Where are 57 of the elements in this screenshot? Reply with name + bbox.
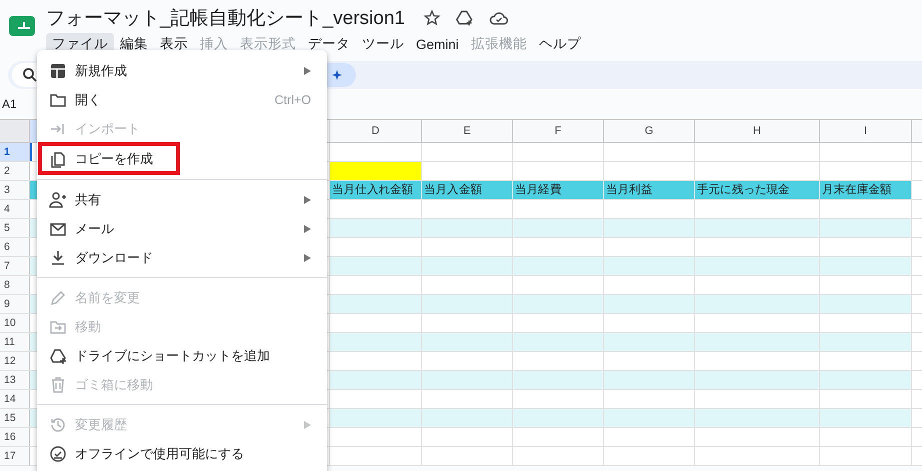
cloud-check-icon[interactable] [488,10,509,26]
sparkle-icon [332,70,342,80]
star-icon[interactable] [422,8,441,26]
menu-item[interactable]: ドライブにショートカットを追加 [39,341,325,370]
row-header[interactable]: 17 [0,447,30,465]
shortcut-text: Ctrl+O [274,92,311,106]
menu-bar-item[interactable]: ツール [356,33,410,55]
menu-item[interactable]: 新規作成 [39,56,325,85]
menu-item[interactable]: メール [39,214,325,243]
row-header[interactable]: 16 [0,428,30,446]
trash-icon [49,376,67,394]
column-header[interactable]: E [422,120,513,142]
row-header[interactable]: 14 [0,390,30,408]
history-icon [49,416,67,434]
row-header[interactable]: 13 [0,371,30,389]
column-header[interactable]: F [513,120,604,142]
column-header[interactable]: H [695,120,820,142]
person-add-icon [49,190,67,208]
row-header[interactable]: 9 [0,295,30,313]
row-header[interactable]: 6 [0,238,30,256]
document-title[interactable]: フォーマット_記帳自動化シート_version1 [46,4,405,30]
column-header[interactable]: I [820,120,912,142]
menu-bar-item[interactable]: ヘルプ [532,33,587,55]
name-box[interactable]: A1 [0,97,17,111]
table-cell: 当月入金額 [422,181,513,199]
menu-item[interactable]: 開く Ctrl+O [39,85,325,114]
row-header[interactable]: 10 [0,314,30,332]
row-header[interactable]: 1 [0,143,30,161]
table-cell: 当月利益 [604,181,695,199]
row-header[interactable]: 8 [0,276,30,294]
menu-item[interactable]: ダウンロード [39,243,325,272]
row-header[interactable]: 15 [0,409,30,427]
row-header[interactable]: 3 [0,181,30,199]
drive-add-icon[interactable] [454,8,475,26]
sheet-plus-icon [49,62,67,80]
column-header[interactable]: D [330,120,422,142]
row-header[interactable]: 5 [0,219,30,237]
offline-check-icon [49,444,67,462]
table-cell: 月末在庫金額 [820,181,912,199]
row-header[interactable]: 11 [0,333,30,351]
table-cell: 当月仕入れ金額 [330,181,422,199]
row-header[interactable]: 7 [0,257,30,275]
download-icon [49,248,67,266]
column-header[interactable]: G [604,120,695,142]
row-header[interactable]: 2 [0,162,30,180]
search-icon [22,67,38,83]
table-cell: 当月経費 [513,181,604,199]
menu-item[interactable]: コピーを作成 [39,143,179,174]
table-cell: 手元に残った現金 [695,181,820,199]
row-header[interactable]: 12 [0,352,30,370]
menu-item[interactable]: 共有 [39,185,325,214]
copy-icon [49,150,67,168]
pencil-icon [49,288,67,306]
row-header[interactable]: 4 [0,200,30,218]
menu-bar-item[interactable]: Gemini [410,34,465,54]
menu-item[interactable]: オフラインで使用可能にする [39,439,325,468]
drive-add-icon [49,346,67,364]
